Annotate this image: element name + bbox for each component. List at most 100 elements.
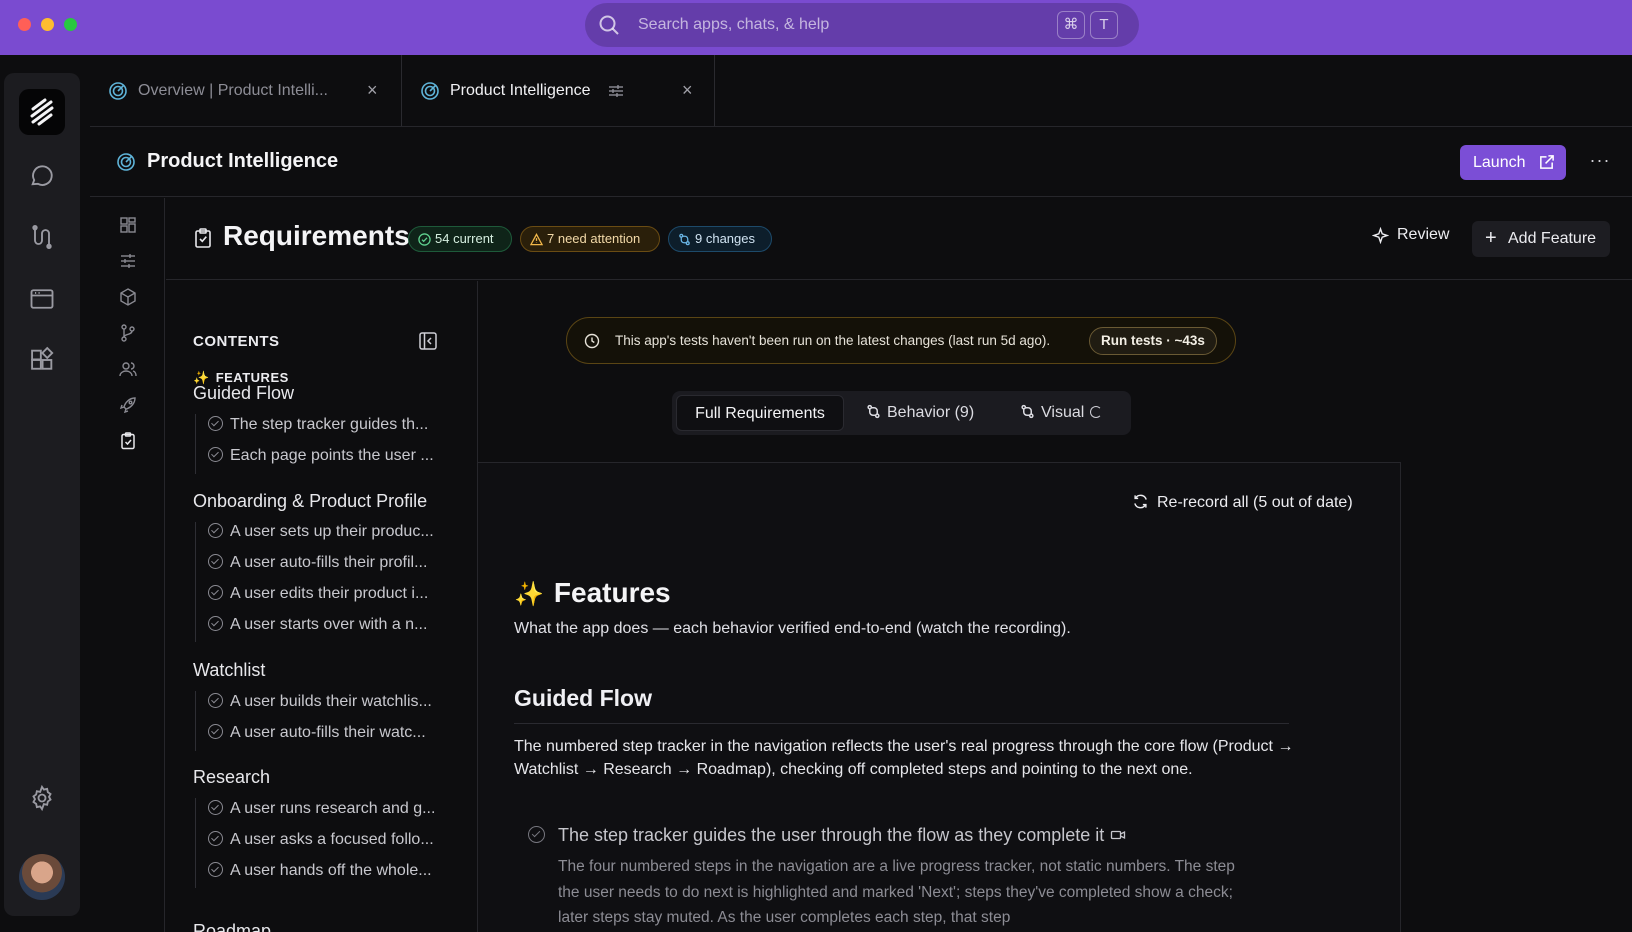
add-feature-button[interactable]: + Add Feature	[1472, 221, 1610, 257]
current-status-badge[interactable]: 54 current	[408, 226, 512, 252]
check-circle-icon	[208, 585, 223, 600]
apps-grid-icon[interactable]	[28, 346, 56, 374]
app-title: Product Intelligence	[147, 150, 339, 172]
users-icon[interactable]	[118, 359, 138, 379]
guided-flow-description: The numbered step tracker in the navigat…	[514, 738, 1294, 778]
toc-section-research[interactable]: Research	[193, 767, 270, 788]
maximize-window-button[interactable]	[64, 18, 77, 31]
changes-status-badge[interactable]: 9 changes	[668, 226, 772, 252]
toc-item[interactable]: A user runs research and g...	[208, 800, 435, 818]
tab-product-intelligence[interactable]: Product Intelligence ×	[401, 55, 715, 127]
view-tabs: Full Requirements Behavior (9) Visual	[672, 391, 1131, 435]
shortcut-key-cmd: ⌘	[1057, 11, 1085, 39]
add-feature-label: Add Feature	[1508, 230, 1597, 247]
plus-icon: +	[1485, 227, 1497, 249]
run-tests-button[interactable]: Run tests · ~43s	[1089, 327, 1217, 355]
secondary-nav	[90, 198, 165, 932]
git-branch-icon[interactable]	[118, 323, 138, 343]
toc-section-line	[195, 691, 196, 751]
settings-gear-icon[interactable]	[28, 784, 56, 812]
shortcut-key-t: T	[1090, 11, 1118, 39]
check-circle-icon	[208, 554, 223, 569]
git-compare-icon	[679, 233, 690, 246]
tab-product-intelligence-label: Product Intelligence	[450, 82, 591, 99]
refresh-icon	[1134, 494, 1147, 509]
toc-item[interactable]: A user asks a focused follo...	[208, 831, 434, 849]
rocket-icon[interactable]	[118, 395, 138, 415]
check-circle-icon	[208, 523, 223, 538]
rerecord-all-button[interactable]: Re-record all (5 out of date)	[1132, 493, 1353, 512]
toc-item[interactable]: A user edits their product i...	[208, 585, 428, 603]
current-count-label: 54 current	[435, 231, 494, 246]
attention-status-badge[interactable]: 7 need attention	[520, 226, 660, 252]
check-circle-icon	[418, 233, 431, 246]
toc-item[interactable]: Each page points the user ...	[208, 447, 434, 465]
contents-heading: CONTENTS	[193, 333, 280, 350]
toc-section-line	[195, 798, 196, 888]
tab-product-intelligence-close-icon[interactable]: ×	[682, 80, 693, 101]
tab-overview[interactable]: Overview | Product Intelli... ×	[90, 55, 400, 127]
tab-visual[interactable]: Visual	[1020, 395, 1103, 431]
toc-section-line	[195, 414, 196, 474]
attention-count-label: 7 need attention	[547, 231, 641, 246]
page-title: Requirements	[223, 220, 410, 251]
check-circle-icon	[208, 800, 223, 815]
sliders-icon[interactable]	[607, 82, 625, 100]
tab-behavior[interactable]: Behavior (9)	[866, 395, 974, 431]
close-window-button[interactable]	[18, 18, 31, 31]
changes-count-label: 9 changes	[695, 231, 755, 246]
tab-overview-close-icon[interactable]: ×	[367, 80, 378, 101]
left-rail	[4, 73, 80, 916]
sparkles-icon: ✨	[514, 581, 544, 608]
warning-triangle-icon	[530, 233, 543, 246]
check-circle-icon	[208, 831, 223, 846]
app-header: Product Intelligence Launch ···	[90, 127, 1632, 197]
git-compare-icon	[867, 404, 880, 419]
check-circle-icon	[528, 826, 545, 843]
more-options-button[interactable]: ···	[1583, 145, 1617, 179]
tab-full-requirements[interactable]: Full Requirements	[676, 395, 844, 431]
toc-item[interactable]: The step tracker guides th...	[208, 416, 428, 434]
minimize-window-button[interactable]	[41, 18, 54, 31]
toc-item[interactable]: A user auto-fills their watc...	[208, 724, 426, 742]
toc-item[interactable]: A user auto-fills their profil...	[208, 554, 427, 572]
title-bar: Search apps, chats, & help ⌘ T	[0, 0, 1632, 55]
collapse-sidebar-icon[interactable]	[418, 331, 438, 351]
browser-window-icon[interactable]	[28, 285, 56, 313]
toc-section-watchlist[interactable]: Watchlist	[193, 660, 265, 681]
banner-text: This app's tests haven't been run on the…	[615, 333, 1051, 348]
clipboard-check-icon	[195, 228, 211, 248]
toc-section-guided-flow[interactable]: Guided Flow	[193, 383, 294, 404]
global-search[interactable]: Search apps, chats, & help ⌘ T	[585, 3, 1139, 47]
sliders-icon[interactable]	[118, 251, 138, 271]
search-placeholder: Search apps, chats, & help	[638, 16, 830, 33]
chat-icon[interactable]	[28, 162, 56, 190]
package-icon[interactable]	[118, 287, 138, 307]
toc-item[interactable]: A user builds their watchlis...	[208, 693, 432, 711]
user-avatar[interactable]	[19, 854, 65, 900]
behavior-title[interactable]: The step tracker guides the user through…	[558, 825, 1126, 846]
review-button[interactable]: Review	[1372, 226, 1449, 244]
check-circle-icon	[208, 416, 223, 431]
loading-spinner-icon	[1090, 406, 1103, 418]
check-circle-icon	[208, 724, 223, 739]
clipboard-check-icon[interactable]	[118, 431, 138, 451]
review-label: Review	[1397, 226, 1450, 243]
toc-section-roadmap[interactable]: Roadmap	[193, 921, 271, 932]
app-logo[interactable]	[19, 89, 65, 135]
behavior-description: The four numbered steps in the navigatio…	[558, 858, 1235, 926]
dashboard-grid-icon[interactable]	[118, 215, 138, 235]
toc-item[interactable]: A user starts over with a n...	[208, 616, 427, 634]
logo-icon	[30, 98, 54, 126]
search-icon	[599, 15, 619, 35]
target-icon	[421, 82, 439, 100]
toc-section-onboarding[interactable]: Onboarding & Product Profile	[193, 491, 427, 512]
workflow-icon[interactable]	[28, 223, 56, 251]
clock-icon	[584, 333, 600, 349]
toc-item[interactable]: A user hands off the whole...	[208, 862, 432, 880]
toc-item[interactable]: A user sets up their produc...	[208, 523, 434, 541]
video-icon[interactable]	[1110, 827, 1126, 843]
tests-outdated-banner: This app's tests haven't been run on the…	[566, 317, 1236, 364]
launch-label: Launch	[1473, 154, 1526, 171]
launch-button[interactable]: Launch	[1460, 145, 1566, 180]
